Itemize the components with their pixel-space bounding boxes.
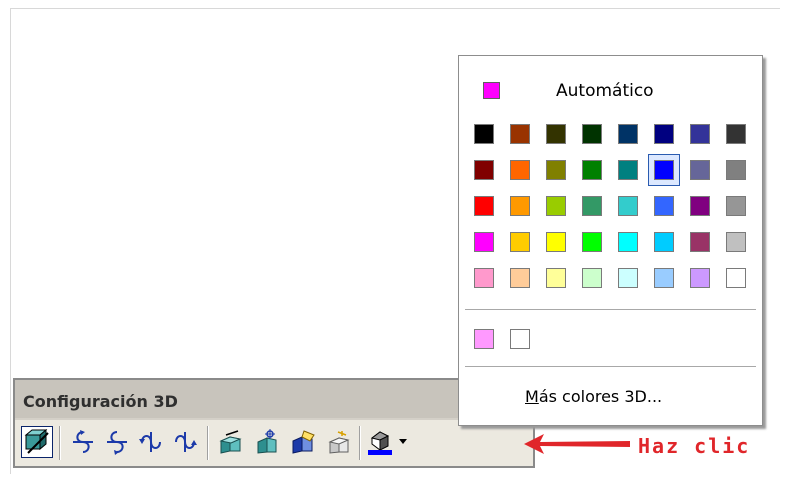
lighting-icon	[292, 430, 315, 454]
color-swatch[interactable]	[582, 232, 602, 252]
color-swatch[interactable]	[618, 232, 638, 252]
lighting-button[interactable]	[287, 426, 319, 458]
color-swatch[interactable]	[690, 268, 710, 288]
direction-icon	[257, 429, 277, 454]
3d-color-menu: Automático Más colores 3D...	[458, 55, 763, 426]
color-swatch[interactable]	[726, 196, 746, 216]
color-swatch[interactable]	[474, 124, 494, 144]
color-swatch[interactable]	[654, 232, 674, 252]
color-swatch[interactable]	[654, 196, 674, 216]
color-swatch[interactable]	[474, 232, 494, 252]
color-swatch[interactable]	[618, 160, 638, 180]
3d-on-off-icon	[24, 429, 49, 454]
3d-on-off-button[interactable]	[21, 426, 53, 458]
recent-color-swatch[interactable]	[474, 329, 494, 349]
depth-button[interactable]	[215, 426, 247, 458]
red-arrow-annotation	[524, 434, 630, 454]
color-swatch[interactable]	[726, 124, 746, 144]
color-swatch[interactable]	[474, 196, 494, 216]
surface-button[interactable]	[323, 426, 355, 458]
3d-color-button[interactable]	[365, 426, 395, 458]
3d-settings-toolbar: Configuración 3D	[13, 378, 535, 468]
color-swatch[interactable]	[546, 124, 566, 144]
color-swatch[interactable]	[654, 124, 674, 144]
3d-color-dropdown-button[interactable]	[396, 426, 410, 458]
color-swatch[interactable]	[510, 232, 530, 252]
color-swatch[interactable]	[582, 160, 602, 180]
color-swatch[interactable]	[546, 196, 566, 216]
color-swatch[interactable]	[582, 268, 602, 288]
automatic-color-swatch	[483, 82, 500, 99]
color-swatch[interactable]	[510, 268, 530, 288]
tilt-up-button[interactable]	[101, 426, 133, 458]
color-swatch[interactable]	[510, 196, 530, 216]
color-swatch[interactable]	[474, 160, 494, 180]
tilt-left-icon	[139, 432, 161, 452]
surface-icon	[328, 431, 350, 454]
tilt-left-button[interactable]	[135, 426, 167, 458]
color-swatch[interactable]	[618, 124, 638, 144]
color-swatch[interactable]	[618, 268, 638, 288]
toolbar-button-row	[15, 420, 533, 466]
color-swatch[interactable]	[690, 160, 710, 180]
toolbar-separator	[207, 426, 209, 460]
automatic-color-option[interactable]: Automático	[459, 70, 762, 110]
click-here-annotation: Haz clic	[638, 434, 751, 458]
color-swatch[interactable]	[510, 160, 530, 180]
more-colors-accelerator: M	[525, 387, 539, 406]
depth-icon	[219, 430, 242, 454]
tilt-right-button[interactable]	[169, 426, 201, 458]
color-swatch[interactable]	[546, 268, 566, 288]
toolbar-separator	[359, 426, 361, 460]
menu-divider	[465, 366, 756, 367]
toolbar-title-bar[interactable]: Configuración 3D	[15, 380, 533, 418]
tilt-down-icon	[73, 430, 93, 453]
color-swatch[interactable]	[546, 160, 566, 180]
color-swatch[interactable]	[582, 196, 602, 216]
color-swatch[interactable]	[726, 232, 746, 252]
color-swatch[interactable]	[546, 232, 566, 252]
toolbar-separator	[59, 426, 61, 460]
chevron-down-icon	[399, 439, 407, 444]
color-swatch[interactable]	[690, 124, 710, 144]
automatic-color-label: Automático	[556, 81, 654, 101]
color-swatch[interactable]	[474, 268, 494, 288]
color-swatch[interactable]	[726, 268, 746, 288]
direction-button[interactable]	[251, 426, 283, 458]
color-swatch[interactable]	[654, 268, 674, 288]
3d-color-icon	[368, 431, 392, 455]
menu-divider	[465, 309, 756, 310]
color-swatch[interactable]	[510, 124, 530, 144]
color-swatch[interactable]	[582, 124, 602, 144]
more-colors-label: ás colores 3D...	[538, 387, 663, 406]
color-swatch[interactable]	[690, 196, 710, 216]
toolbar-title: Configuración 3D	[23, 392, 178, 411]
tilt-down-button[interactable]	[67, 426, 99, 458]
color-swatch[interactable]	[726, 160, 746, 180]
color-swatch[interactable]	[690, 232, 710, 252]
color-swatch[interactable]	[654, 160, 674, 180]
tilt-right-icon	[175, 432, 197, 452]
more-3d-colors-item[interactable]: Más colores 3D...	[525, 387, 662, 406]
recent-color-swatch[interactable]	[510, 329, 530, 349]
color-swatch[interactable]	[618, 196, 638, 216]
tilt-up-icon	[107, 431, 127, 455]
